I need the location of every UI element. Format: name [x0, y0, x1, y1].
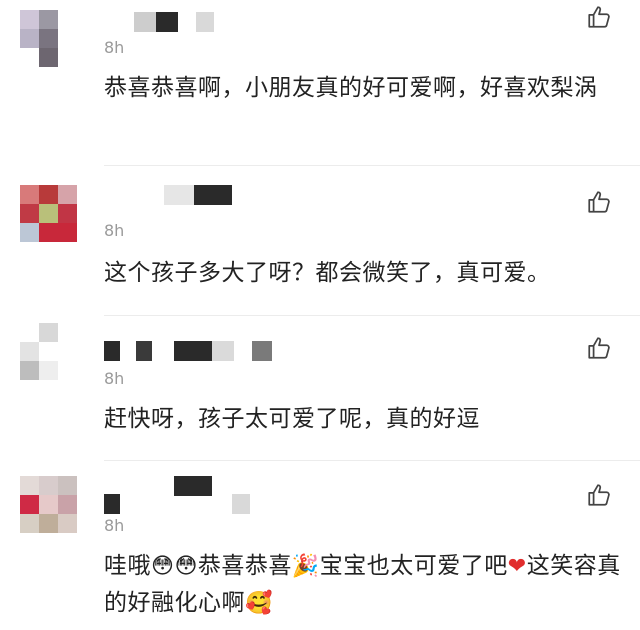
comment-time: 8h [104, 516, 125, 535]
username[interactable] [104, 476, 264, 514]
username[interactable] [104, 185, 244, 207]
flushed-face-icon: 😳 [151, 554, 175, 579]
text-segment: 宝宝也太可爱了吧 [319, 553, 508, 579]
comment-text: 这个孩子多大了呀？都会微笑了，真可爱。 [104, 260, 551, 286]
thumbs-up-icon[interactable] [586, 335, 612, 361]
comment-text: 赶快呀，孩子太可爱了呢，真的好逗 [104, 406, 480, 432]
comment-item: 8h 这个孩子多大了呀？都会微笑了，真可爱。 [0, 165, 640, 315]
party-popper-icon: 🎉 [291, 554, 320, 579]
comment-text: 恭喜恭喜啊，小朋友真的好可爱啊，好喜欢梨涡 [104, 75, 598, 101]
comment-item: 8h 哇哦😳😳恭喜恭喜🎉宝宝也太可爱了吧❤这笑容真的好融化心啊🥰 [0, 460, 640, 630]
comment-item: 8h 恭喜恭喜啊，小朋友真的好可爱啊，好喜欢梨涡 [0, 0, 640, 165]
comment-time: 8h [104, 369, 125, 388]
avatar[interactable] [20, 185, 77, 242]
comment-time: 8h [104, 38, 125, 57]
comment-time: 8h [104, 221, 125, 240]
avatar[interactable] [20, 476, 77, 533]
avatar[interactable] [20, 10, 77, 67]
comment-text: 哇哦😳😳恭喜恭喜🎉宝宝也太可爱了吧❤这笑容真的好融化心啊🥰 [104, 548, 624, 622]
smiling-face-with-hearts-icon: 🥰 [245, 591, 273, 616]
avatar[interactable] [20, 323, 77, 380]
text-segment: 哇哦 [104, 553, 151, 579]
flushed-face-icon: 😳 [174, 554, 198, 579]
comment-item: 8h 赶快呀，孩子太可爱了呢，真的好逗 [0, 315, 640, 460]
thumbs-up-icon[interactable] [586, 189, 612, 215]
username[interactable] [104, 12, 224, 34]
username[interactable] [104, 341, 284, 363]
text-segment: 恭喜恭喜 [197, 553, 292, 579]
thumbs-up-icon[interactable] [586, 4, 612, 30]
heart-icon: ❤ [507, 554, 527, 579]
thumbs-up-icon[interactable] [586, 482, 612, 508]
